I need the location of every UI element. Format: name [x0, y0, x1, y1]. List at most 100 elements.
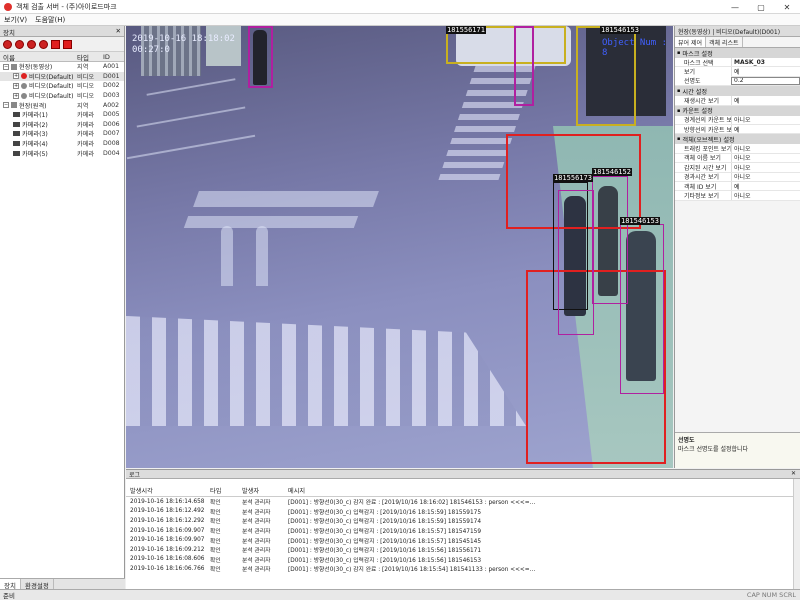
- crosswalk: [126, 316, 526, 426]
- log-row[interactable]: 2019-10-16 18:16:09.907 확인 분석 관리자 [D001] : …: [126, 535, 800, 545]
- menu-view[interactable]: 보기(V): [4, 15, 27, 25]
- property-value[interactable]: 아니오: [731, 191, 800, 200]
- device-tree-row[interactable]: 카메라(4) 카메라 D008: [0, 139, 124, 149]
- remove-device-icon[interactable]: [63, 39, 72, 49]
- property-value[interactable]: 0.2: [731, 76, 800, 86]
- log-row[interactable]: 2019-10-16 18:16:14.658 확인 분석 관리자 [D001] : …: [126, 497, 800, 507]
- log-row[interactable]: 2019-10-16 18:16:12.492 확인 분석 관리자 [D001] : …: [126, 507, 800, 517]
- tab-object-list[interactable]: 객체 리스트: [706, 37, 743, 47]
- expander-icon[interactable]: +: [13, 92, 19, 99]
- menu-help[interactable]: 도움말(H): [35, 15, 65, 25]
- property-row[interactable]: 트래킹 포인트 보기 아니오: [675, 144, 800, 154]
- collapse-icon[interactable]: ▪: [677, 136, 680, 142]
- log-row[interactable]: 2019-10-16 18:16:09.907 확인 분석 관리자 [D001] : …: [126, 526, 800, 536]
- device-tree-row[interactable]: 카메라(5) 카메라 D004: [0, 148, 124, 158]
- device-name-cell: + 비디오(Default): [0, 91, 77, 100]
- device-id: A001: [103, 63, 120, 71]
- maximize-button[interactable]: ▢: [748, 0, 774, 14]
- device-tree-row[interactable]: 카메라(1) 카메라 D005: [0, 110, 124, 120]
- expander-icon[interactable]: +: [13, 73, 19, 80]
- property-category[interactable]: ▪ 카운트 설정: [675, 105, 800, 116]
- stop-icon[interactable]: [39, 39, 48, 49]
- log-time: 2019-10-16 18:16:09.907: [130, 527, 205, 534]
- detection-box[interactable]: [514, 26, 534, 106]
- property-value[interactable]: 예: [731, 67, 800, 76]
- title-bar: 객체 검출 서버 - (주)아이로드마크 — ▢ ✕: [0, 0, 800, 14]
- property-row[interactable]: 선명도 0.2: [675, 76, 800, 87]
- property-value[interactable]: 예: [731, 96, 800, 105]
- device-tree-row[interactable]: − 현장(동영상) 지역 A001: [0, 62, 124, 72]
- log-scrollbar[interactable]: [793, 479, 800, 590]
- tab-viewer-control[interactable]: 뷰어 제어: [675, 37, 706, 47]
- device-tree-row[interactable]: − 현장(원격) 지역 A002: [0, 100, 124, 110]
- property-row[interactable]: 보기 예: [675, 67, 800, 77]
- device-name-cell: + 비디오(Default): [0, 72, 77, 81]
- property-category[interactable]: ▪ 마스크 설정: [675, 48, 800, 58]
- col-type-header[interactable]: 타입: [77, 52, 103, 62]
- property-category-title: 객체(오브젝트) 설정: [682, 136, 735, 144]
- site-icon: [11, 63, 17, 70]
- minimize-button[interactable]: —: [722, 0, 748, 14]
- log-close-icon[interactable]: ✕: [791, 470, 796, 477]
- collapse-icon[interactable]: ▪: [677, 88, 680, 94]
- property-value[interactable]: 아니오: [731, 172, 800, 181]
- log-col-type[interactable]: 타입: [210, 486, 242, 495]
- video-framecount: 00:27:0: [132, 45, 170, 55]
- log-message: [D001] : 방향선0(30_c) 입력감지 : [2019/10/16 1…: [288, 509, 482, 516]
- col-id-header[interactable]: ID: [103, 53, 123, 61]
- property-row[interactable]: 기타정보 보기 아니오: [675, 191, 800, 201]
- log-col-time[interactable]: 발생시각: [126, 486, 210, 495]
- disconnect-icon[interactable]: [15, 39, 24, 49]
- device-tree-row[interactable]: + 비디오(Default) 비디오 D001: [0, 71, 124, 82]
- property-value[interactable]: 예: [731, 124, 800, 134]
- property-value[interactable]: MASK_03: [731, 58, 800, 67]
- property-category[interactable]: ▪ 시간 설정: [675, 86, 800, 97]
- tab-settings[interactable]: 환경설정: [21, 579, 54, 590]
- close-button[interactable]: ✕: [774, 0, 800, 14]
- window-controls: — ▢ ✕: [722, 0, 800, 14]
- record-icon[interactable]: [27, 39, 36, 49]
- property-key: 보기: [684, 69, 696, 77]
- add-device-icon[interactable]: [51, 39, 60, 49]
- detection-box[interactable]: [248, 26, 273, 88]
- device-tree-row[interactable]: 카메라(2) 카메라 D006: [0, 120, 124, 130]
- property-value[interactable]: 아니오: [731, 144, 800, 153]
- collapse-icon[interactable]: ▪: [677, 50, 680, 56]
- col-name-header[interactable]: 이름: [0, 52, 77, 62]
- panel-close-icon[interactable]: ✕: [116, 27, 121, 35]
- property-value[interactable]: 아니오: [731, 115, 800, 124]
- video-viewer[interactable]: 2019-10-16 18:18:02 00:27:0 Object Num :…: [126, 26, 673, 468]
- property-row[interactable]: 경계선의 카운트 보기아니오: [675, 115, 800, 125]
- property-category[interactable]: ▪ 객체(오브젝트) 설정: [675, 134, 800, 145]
- connect-icon[interactable]: [3, 39, 12, 49]
- log-type: 확인: [210, 529, 221, 536]
- log-row[interactable]: 2019-10-16 18:16:08.606 확인 분석 관리자 [D001] : …: [126, 555, 800, 565]
- log-row[interactable]: 2019-10-16 18:16:12.292 확인 분석 관리자 [D001] : …: [126, 516, 800, 526]
- device-id: D003: [103, 92, 120, 100]
- detection-box[interactable]: [620, 224, 664, 394]
- device-id: A002: [103, 101, 120, 109]
- property-value[interactable]: 아니오: [731, 163, 800, 172]
- property-row[interactable]: 마스크 선택 MASK_03: [675, 58, 800, 68]
- detection-box[interactable]: [558, 190, 594, 335]
- collapse-icon[interactable]: ▪: [677, 108, 680, 114]
- property-value[interactable]: 아니오: [731, 153, 800, 163]
- expander-icon[interactable]: −: [3, 63, 9, 70]
- log-row[interactable]: 2019-10-16 18:16:06.766 확인 분석 관리자 [D001] : …: [126, 564, 800, 574]
- property-row[interactable]: 감지된 시간 보기 아니오: [675, 163, 800, 173]
- log-row[interactable]: 2019-10-16 18:16:09.212 확인 분석 관리자 [D001] : …: [126, 545, 800, 555]
- device-tree-row[interactable]: + 비디오(Default) 비디오 D003: [0, 91, 124, 101]
- property-row[interactable]: 방향선의 카운트 보기예: [675, 124, 800, 135]
- tab-devices[interactable]: 장치: [0, 579, 21, 590]
- log-col-user[interactable]: 발생자: [242, 486, 288, 495]
- device-tree-row[interactable]: 카메라(3) 카메라 D007: [0, 129, 124, 139]
- log-col-message[interactable]: 메시지: [288, 486, 800, 495]
- property-row[interactable]: 재생시간 보기 예: [675, 96, 800, 106]
- expander-icon[interactable]: −: [3, 102, 9, 109]
- property-row[interactable]: 객체 이름 보기 아니오: [675, 153, 800, 164]
- property-row[interactable]: 경과시간 보기 아니오: [675, 172, 800, 182]
- expander-icon[interactable]: +: [13, 82, 19, 89]
- property-row[interactable]: 객체 ID 보기 예: [675, 181, 800, 192]
- device-tree-row[interactable]: + 비디오(Default) 비디오 D002: [0, 81, 124, 91]
- property-value[interactable]: 예: [731, 181, 800, 191]
